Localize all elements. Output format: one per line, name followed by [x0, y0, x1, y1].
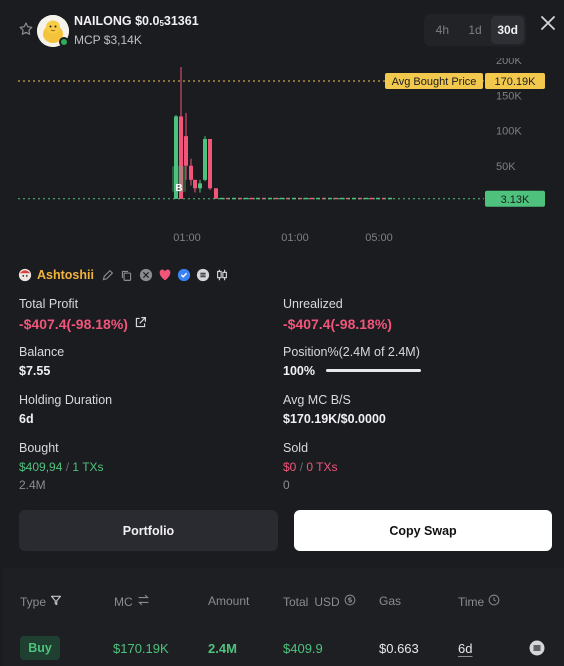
bought-txs: 1 TXs	[72, 460, 104, 474]
sold-label: Sold	[283, 441, 309, 455]
candle-body	[198, 183, 202, 189]
trade-amount: 2.4M	[208, 641, 237, 656]
copy-icon[interactable]	[120, 268, 134, 282]
candle-body	[184, 136, 188, 166]
col-time[interactable]: Time	[458, 594, 500, 609]
copy-swap-button[interactable]: Copy Swap	[294, 510, 552, 551]
y-tick-label: 50K	[496, 161, 516, 173]
unrealized-label: Unrealized	[283, 297, 343, 311]
bought-separator: /	[65, 460, 70, 474]
heart-icon[interactable]	[158, 268, 172, 282]
avg-mc-value: $170.19K/$0.0000	[283, 412, 386, 426]
dollar-circle-icon[interactable]	[344, 594, 356, 609]
trade-total: $409.9	[283, 641, 323, 656]
timeframe-30d[interactable]: 30d	[491, 16, 525, 44]
trade-mc: $170.19K	[113, 641, 169, 656]
trader-name[interactable]: Ashtoshii	[37, 268, 94, 282]
buy-marker-label: B	[175, 183, 182, 194]
candle-body	[203, 138, 207, 180]
total-profit-row: -$407.4(-98.18%)	[19, 316, 147, 332]
col-mc-label: MC	[114, 594, 133, 609]
bought-tokens: 2.4M	[19, 478, 46, 492]
trader-avatar-icon	[18, 268, 32, 282]
y-tick-label: 150K	[496, 90, 522, 102]
bought-label: Bought	[19, 441, 59, 455]
candle-body	[189, 165, 193, 180]
edit-icon[interactable]	[101, 268, 115, 282]
candle-body	[193, 179, 197, 189]
trade-type-badge: Buy	[20, 636, 60, 660]
tx-details-icon[interactable]	[529, 640, 545, 661]
timeframe-1d[interactable]: 1d	[459, 16, 492, 44]
y-tick-label: 200K	[496, 58, 522, 67]
sold-separator: /	[299, 460, 304, 474]
position-value: 100%	[283, 364, 315, 378]
col-type[interactable]: Type	[20, 594, 62, 609]
col-mc[interactable]: MC	[114, 594, 150, 609]
x-tick-label: 05:00	[365, 232, 393, 244]
portfolio-button[interactable]: Portfolio	[19, 510, 278, 551]
x-tick-label: 01:00	[173, 232, 201, 244]
close-icon[interactable]	[538, 13, 558, 33]
unrealized-value: -$407.4(-98.18%)	[283, 316, 392, 332]
bought-row: $409,94 / 1 TXs	[19, 460, 104, 474]
total-profit-value: -$407.4(-98.18%)	[19, 316, 128, 332]
avg-bought-price-label: Avg Bought Price	[392, 76, 477, 88]
trade-gas: $0.663	[379, 641, 419, 656]
price-chart[interactable]: 200K 150K 100K 50K 01:00 01:00 05:00 Avg Bought…	[0, 58, 564, 248]
total-profit-label: Total Profit	[19, 297, 79, 311]
market-cap: MCP $3,14K	[74, 33, 142, 47]
token-title: NAILONG $0.0531361	[74, 14, 199, 28]
col-gas: Gas	[379, 594, 402, 608]
sold-txs: 0 TXs	[306, 460, 338, 474]
sold-tokens: 0	[283, 478, 290, 492]
col-type-label: Type	[20, 594, 47, 609]
verified-badge-icon	[59, 37, 69, 47]
trade-time[interactable]: 6d	[458, 641, 472, 656]
sold-amount: $0	[283, 460, 297, 474]
star-icon[interactable]	[18, 21, 34, 37]
position-label: Position%(2.4M of 2.4M)	[283, 345, 420, 359]
current-price-label: 3.13K	[501, 194, 530, 206]
avg-bought-value-label: 170.19K	[495, 76, 537, 88]
holding-duration-value: 6d	[19, 412, 34, 426]
list-circle-icon[interactable]	[196, 268, 210, 282]
clock-icon[interactable]	[488, 594, 500, 609]
trader-position-panel: NAILONG $0.0531361 MCP $3,14K 4h 1d 30d …	[0, 0, 564, 666]
trader-profile: Ashtoshii	[18, 266, 229, 284]
timeframe-selector: 4h 1d 30d	[424, 14, 526, 46]
col-total-label: Total	[283, 594, 309, 609]
holding-duration-label: Holding Duration	[19, 393, 113, 407]
bought-amount: $409,94	[19, 460, 63, 474]
external-link-icon[interactable]	[134, 316, 147, 332]
currency-toggle[interactable]: USD	[314, 595, 339, 609]
sold-row: $0 / 0 TXs	[283, 460, 338, 474]
swap-arrows-icon[interactable]	[137, 594, 150, 609]
verified-icon	[177, 268, 191, 282]
balance-value: $7.55	[19, 364, 51, 378]
filter-icon[interactable]	[50, 594, 62, 609]
col-time-label: Time	[458, 594, 485, 609]
col-total: Total USD	[283, 594, 356, 609]
x-twitter-icon[interactable]	[139, 268, 153, 282]
avg-mc-label: Avg MC B/S	[283, 393, 351, 407]
candle-body	[208, 138, 212, 189]
position-progress-bar	[326, 369, 421, 372]
candles-icon[interactable]	[215, 268, 229, 282]
y-tick-label: 100K	[496, 126, 522, 138]
col-amount: Amount	[208, 594, 250, 608]
timeframe-4h[interactable]: 4h	[426, 16, 459, 44]
x-tick-label: 01:00	[281, 232, 309, 244]
candle-body	[214, 188, 218, 199]
balance-label: Balance	[19, 345, 65, 359]
